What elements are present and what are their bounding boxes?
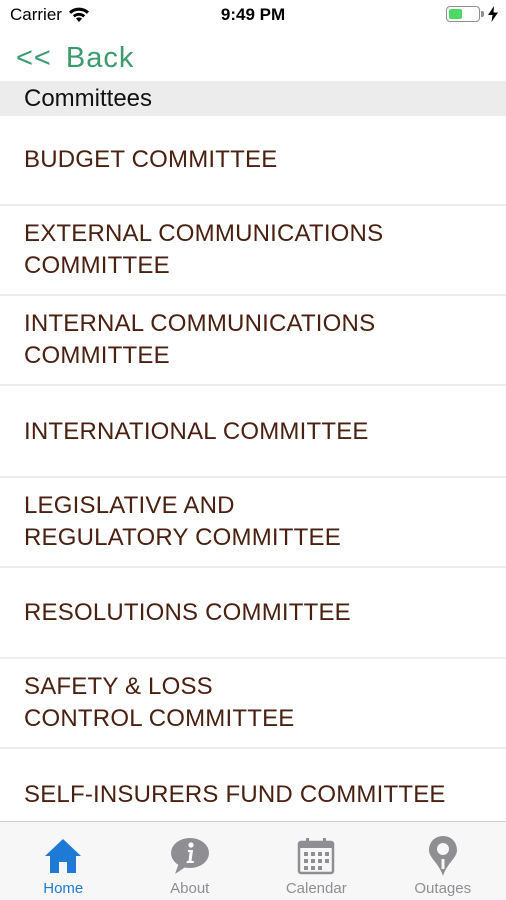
battery-icon	[446, 6, 480, 22]
tab-label: Calendar	[285, 880, 347, 897]
list-item-label: EXTERNAL COMMUNICATIONS COMMITTEE	[24, 220, 384, 279]
battery-fill	[449, 9, 462, 19]
tab-label: About	[170, 880, 210, 897]
back-label: Back	[65, 42, 135, 74]
list-item-external-communications-committee[interactable]: EXTERNAL COMMUNICATIONS COMMITTEE	[0, 206, 506, 296]
list-item-safety-loss-control-committee[interactable]: SAFETY & LOSS CONTROL COMMITTEE	[0, 659, 506, 749]
info-bubble-icon	[168, 834, 212, 878]
list-item-label: INTERNATIONAL COMMITTEE	[24, 418, 369, 445]
map-pin-icon	[421, 834, 465, 878]
tab-calendar[interactable]: Calendar	[253, 822, 380, 900]
tab-outages[interactable]: Outages	[380, 822, 506, 900]
status-bar: Carrier 9:49 PM	[0, 0, 506, 32]
section-title: Committees	[24, 85, 153, 112]
list-item-self-insurers-fund-committee[interactable]: SELF-INSURERS FUND COMMITTEE	[0, 751, 506, 822]
calendar-icon	[294, 834, 338, 878]
list-item-label: SAFETY & LOSS CONTROL COMMITTEE	[24, 673, 295, 732]
battery-indicator	[446, 6, 498, 22]
tab-label: Outages	[414, 880, 472, 897]
app-screen: Carrier 9:49 PM << Back Committees BUDGE…	[0, 0, 506, 900]
list-item-label: SELF-INSURERS FUND COMMITTEE	[24, 781, 446, 808]
tab-about[interactable]: About	[127, 822, 254, 900]
list-item-legislative-regulatory-committee[interactable]: LEGISLATIVE AND REGULATORY COMMITTEE	[0, 478, 506, 568]
status-time: 9:49 PM	[220, 5, 286, 24]
home-icon	[41, 834, 85, 878]
committee-list: BUDGET COMMITTEE EXTERNAL COMMUNICATIONS…	[0, 116, 506, 822]
charging-bolt-icon	[488, 6, 498, 22]
back-button[interactable]: << Back	[16, 42, 134, 75]
section-header: Committees	[0, 81, 506, 116]
list-item-internal-communications-committee[interactable]: INTERNAL COMMUNICATIONS COMMITTEE	[0, 296, 506, 386]
tab-bar: Home About Calendar Outages	[0, 821, 506, 900]
tab-label: Home	[43, 880, 84, 897]
battery-cap	[481, 11, 484, 17]
back-chevron-icon: <<	[16, 42, 52, 74]
tab-home[interactable]: Home	[0, 822, 127, 900]
list-item-budget-committee[interactable]: BUDGET COMMITTEE	[0, 116, 506, 206]
list-item-label: INTERNAL COMMUNICATIONS COMMITTEE	[24, 310, 376, 369]
list-item-label: LEGISLATIVE AND REGULATORY COMMITTEE	[24, 492, 341, 551]
list-item-label: RESOLUTIONS COMMITTEE	[24, 599, 351, 626]
list-item-international-committee[interactable]: INTERNATIONAL COMMITTEE	[0, 388, 506, 478]
list-item-label: BUDGET COMMITTEE	[24, 146, 278, 173]
list-item-resolutions-committee[interactable]: RESOLUTIONS COMMITTEE	[0, 569, 506, 659]
